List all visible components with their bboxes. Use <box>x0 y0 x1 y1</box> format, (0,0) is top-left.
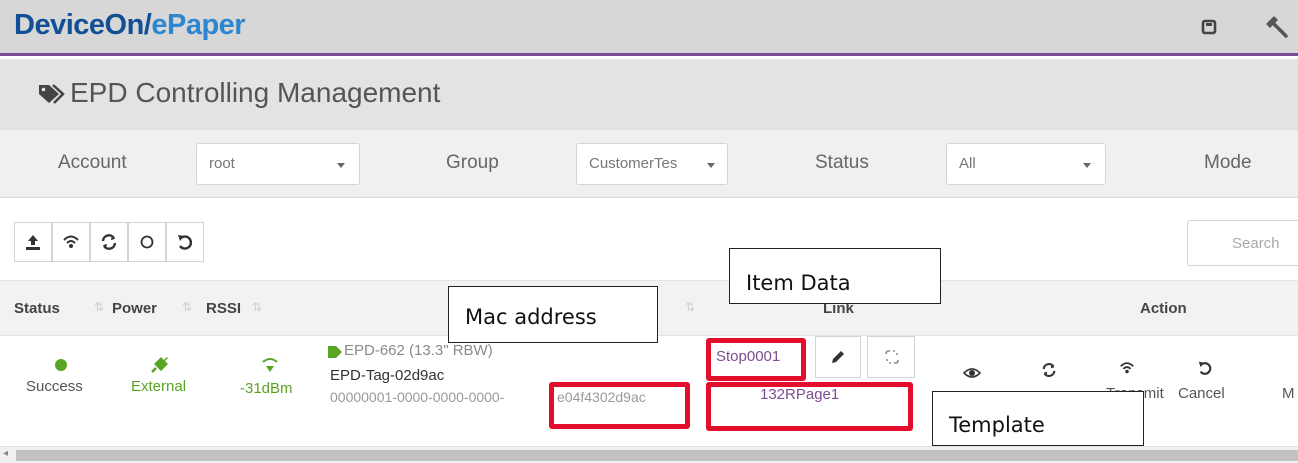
page-title: EPD Controlling Management <box>70 77 441 108</box>
plug-icon <box>151 357 168 373</box>
more-button[interactable]: M <box>1282 385 1295 402</box>
power-value: External <box>131 378 187 395</box>
status-select-value: All <box>959 155 976 172</box>
status-value: Success <box>26 378 83 395</box>
wifi-button[interactable] <box>52 222 90 262</box>
chevron-down-icon <box>1083 163 1091 168</box>
mode-label: Mode <box>1204 152 1252 173</box>
sort-icon[interactable]: ⇅ <box>252 300 262 314</box>
filter-bar: Account root Group CustomerTes Status Al… <box>0 130 1298 198</box>
upload-icon <box>26 235 40 250</box>
unlink-icon <box>885 350 899 364</box>
undo-icon[interactable] <box>1197 360 1213 376</box>
brand-text-part2: ePaper <box>151 9 246 41</box>
device-id-prefix: 00000001-0000-0000-0000- <box>330 389 505 405</box>
account-select[interactable]: root <box>196 143 360 185</box>
wifi-icon <box>63 235 79 248</box>
pencil-icon <box>832 351 844 363</box>
group-select-value: CustomerTes <box>589 155 678 172</box>
status-filter-label: Status <box>815 152 869 173</box>
scroll-left-icon[interactable]: ◂ <box>3 448 8 459</box>
chevron-down-icon <box>337 163 345 168</box>
cancel-button[interactable]: Cancel <box>1178 385 1225 402</box>
rssi-value: -31dBm <box>240 380 293 397</box>
refresh-button[interactable] <box>90 222 128 262</box>
eye-icon[interactable] <box>963 366 981 380</box>
edit-button[interactable] <box>815 336 861 378</box>
app-header: DeviceOn/ePaper <box>0 0 1298 56</box>
column-header-action: Action <box>1140 300 1187 317</box>
tags-icon <box>38 83 66 110</box>
refresh-icon <box>101 234 117 250</box>
wifi-signal-icon <box>262 358 278 372</box>
group-label: Group <box>446 152 499 173</box>
window-icon[interactable] <box>1196 14 1222 40</box>
tools-icon[interactable] <box>1260 14 1288 40</box>
page-title-bar: EPD Controlling Management <box>0 59 1298 130</box>
item-data-highlight <box>706 338 806 381</box>
mac-address-callout: Mac address <box>448 286 658 343</box>
template-callout: Template <box>932 391 1144 446</box>
sort-icon[interactable]: ⇅ <box>182 300 192 314</box>
account-label: Account <box>58 152 127 173</box>
device-tag-name: EPD-Tag-02d9ac <box>330 367 445 384</box>
status-dot-icon <box>55 359 67 371</box>
column-header-rssi[interactable]: RSSI <box>206 300 241 317</box>
device-model: EPD-662 (13.3" RBW) <box>344 342 493 359</box>
horizontal-scrollbar[interactable]: ◂ <box>0 446 1298 463</box>
upload-button[interactable] <box>14 222 52 262</box>
column-header-status[interactable]: Status <box>14 300 60 317</box>
circle-button[interactable] <box>128 222 166 262</box>
column-header-power[interactable]: Power <box>112 300 157 317</box>
sort-icon[interactable]: ⇅ <box>94 300 104 314</box>
group-select[interactable]: CustomerTes <box>576 143 728 185</box>
search-input[interactable]: Search <box>1187 220 1298 266</box>
chevron-down-icon <box>707 163 715 168</box>
unlink-button[interactable] <box>867 336 915 378</box>
account-select-value: root <box>209 155 235 172</box>
refresh-icon[interactable] <box>1041 362 1057 378</box>
tag-icon <box>328 346 342 358</box>
brand-logo[interactable]: DeviceOn/ePaper <box>14 9 246 42</box>
undo-button[interactable] <box>166 222 204 262</box>
template-highlight <box>706 382 913 431</box>
item-data-callout: Item Data <box>729 248 941 304</box>
scrollbar-thumb[interactable] <box>16 450 1298 461</box>
status-select[interactable]: All <box>946 143 1106 185</box>
undo-icon <box>178 235 193 250</box>
search-placeholder: Search <box>1232 235 1280 252</box>
brand-text-part1: DeviceOn/ <box>14 9 152 41</box>
mac-address-highlight <box>549 382 690 429</box>
wifi-icon[interactable] <box>1118 360 1136 376</box>
sort-icon[interactable]: ⇅ <box>685 300 695 314</box>
circle-icon <box>140 235 154 249</box>
